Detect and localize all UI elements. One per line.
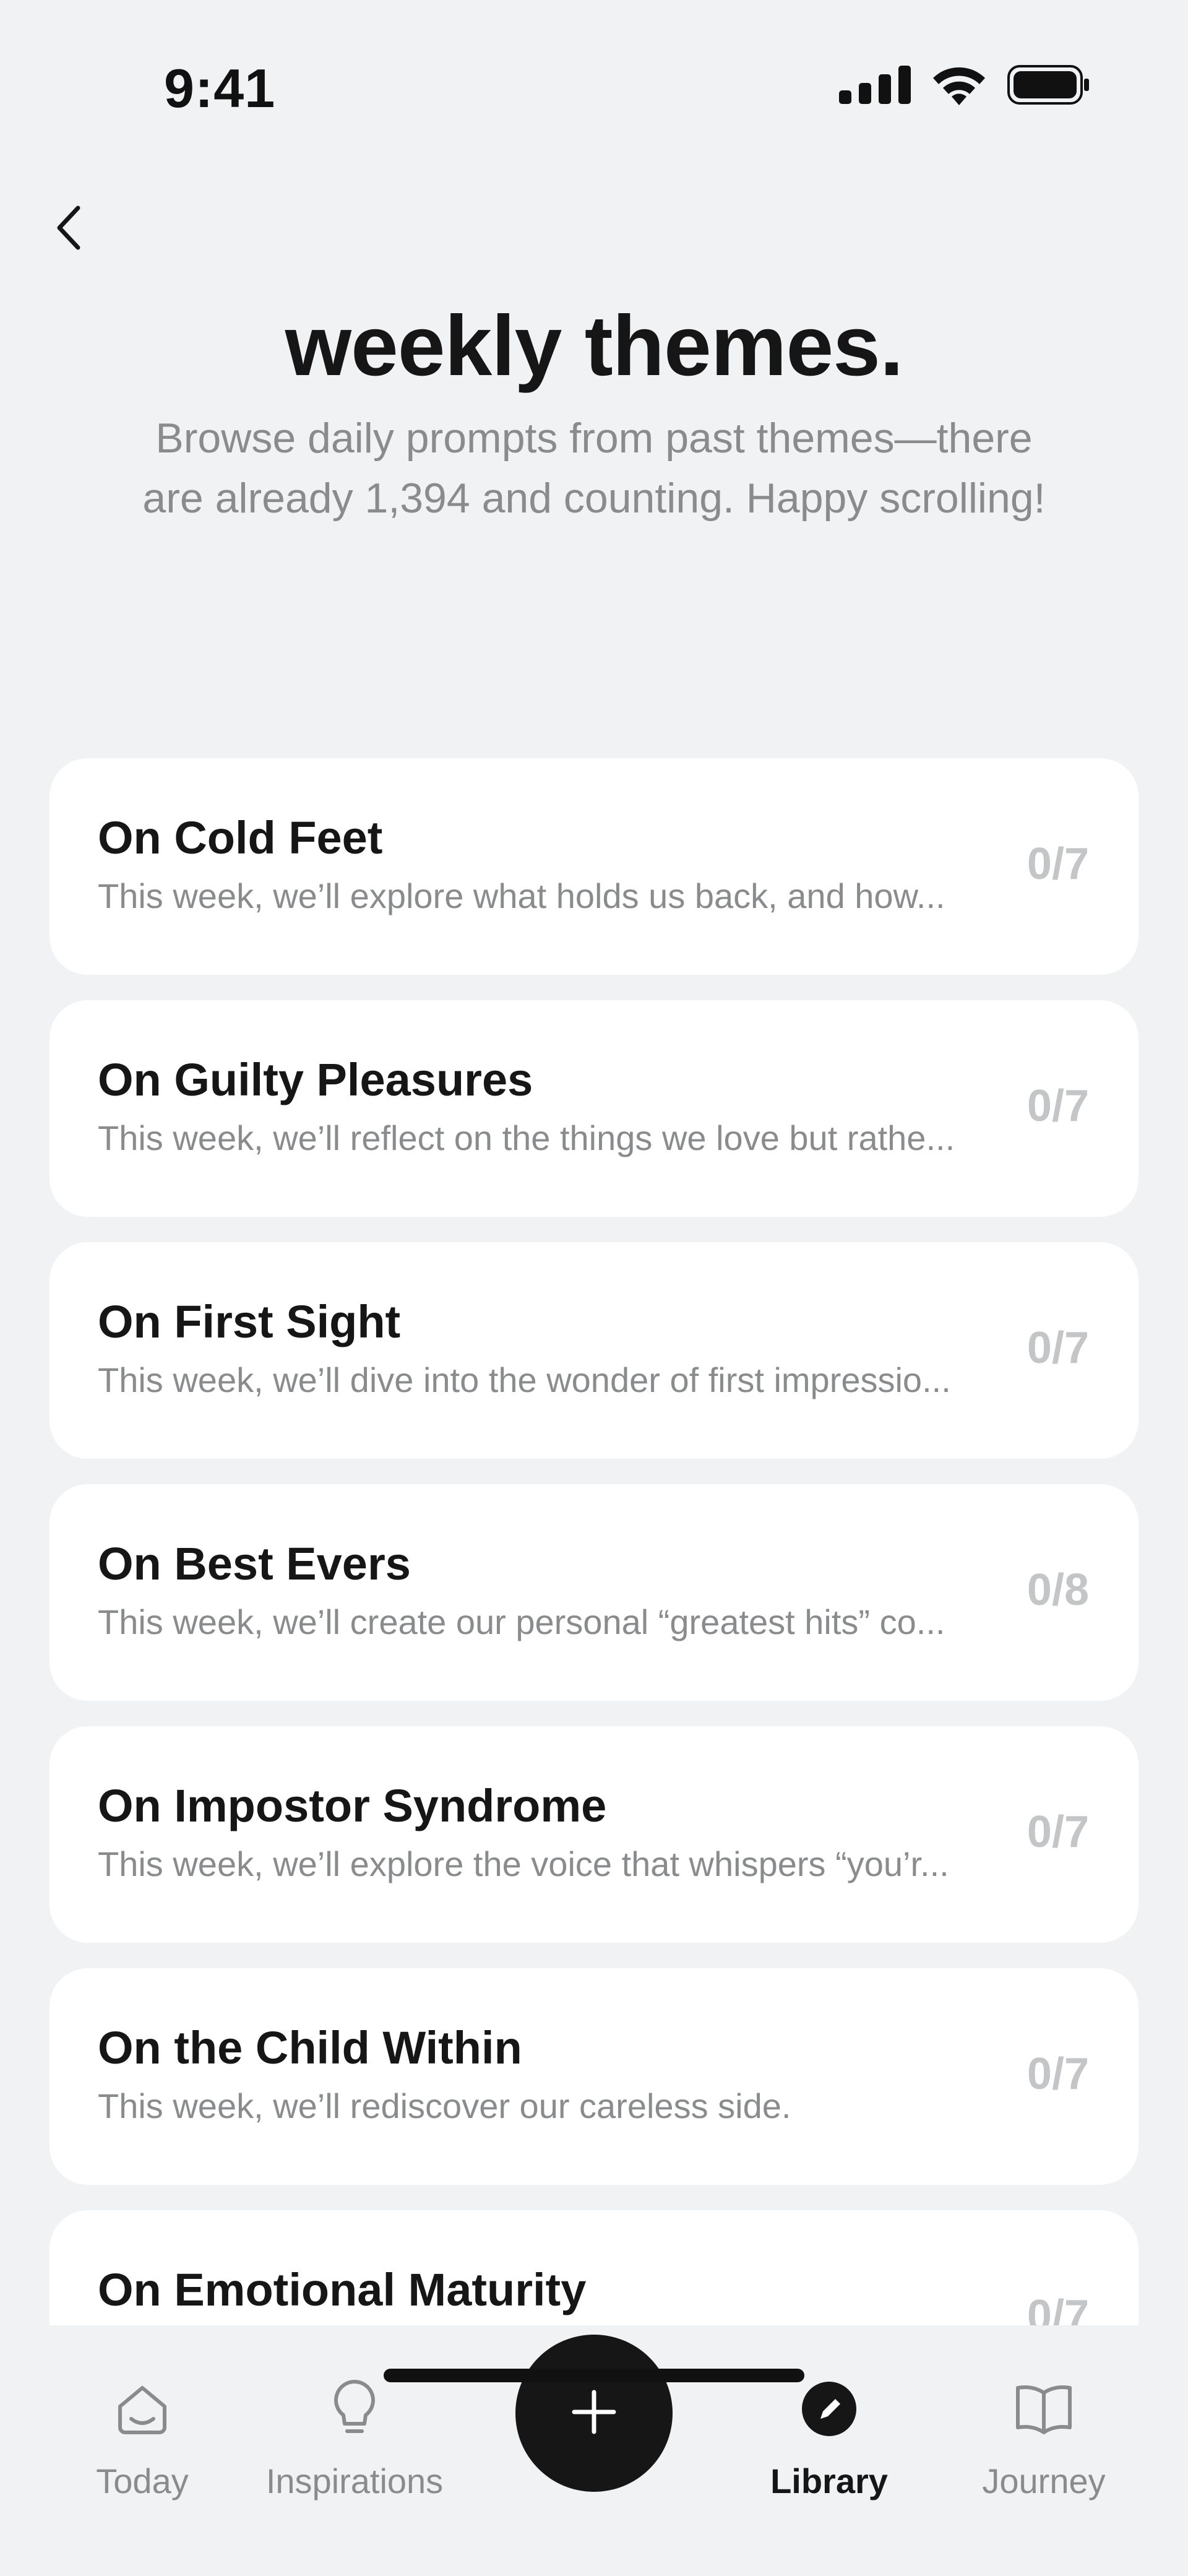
tab-library[interactable]: Library bbox=[730, 2372, 928, 2501]
back-button[interactable] bbox=[43, 198, 93, 260]
page-subtitle: Browse daily prompts from past themes—th… bbox=[142, 415, 1046, 522]
tab-journey[interactable]: Journey bbox=[945, 2372, 1143, 2501]
theme-description: This week, we’ll create our personal “gr… bbox=[98, 1602, 945, 1641]
theme-description: This week, we’ll dive into the wonder of… bbox=[98, 1360, 951, 1399]
wifi-icon bbox=[931, 64, 988, 108]
theme-title: On Cold Feet bbox=[98, 812, 383, 863]
tab-label: Today bbox=[96, 2461, 189, 2500]
theme-card[interactable]: On Impostor Syndrome This week, we’ll ex… bbox=[50, 1726, 1138, 1943]
tab-label: Library bbox=[770, 2461, 888, 2500]
home-indicator bbox=[384, 2369, 804, 2382]
theme-description: This week, we’ll explore the voice that … bbox=[98, 1844, 949, 1883]
theme-card[interactable]: On Guilty Pleasures This week, we’ll ref… bbox=[50, 1000, 1138, 1217]
theme-card[interactable]: On Cold Feet This week, we’ll explore wh… bbox=[50, 758, 1138, 975]
tab-bar: Today Inspirations Library Journey bbox=[0, 2325, 1188, 2576]
page-title: weekly themes. bbox=[285, 298, 904, 394]
tab-label: Journey bbox=[982, 2461, 1106, 2500]
signal-icon bbox=[839, 66, 911, 107]
theme-title: On Impostor Syndrome bbox=[98, 1780, 607, 1831]
pen-circle-icon bbox=[730, 2372, 928, 2446]
book-icon bbox=[945, 2372, 1143, 2446]
theme-progress: 0/7 bbox=[1027, 1807, 1089, 1857]
screen: 9:41 weekly themes. Browse daily prompts… bbox=[0, 0, 1188, 2576]
battery-icon bbox=[1007, 65, 1089, 108]
theme-list: On Cold Feet This week, we’ll explore wh… bbox=[50, 758, 1138, 2452]
theme-title: On Emotional Maturity bbox=[98, 2264, 587, 2315]
chevron-left-icon bbox=[54, 204, 82, 254]
tab-label: Inspirations bbox=[265, 2461, 444, 2500]
add-button[interactable] bbox=[515, 2335, 673, 2492]
theme-title: On Guilty Pleasures bbox=[98, 1054, 533, 1105]
home-icon bbox=[43, 2372, 241, 2446]
theme-progress: 0/7 bbox=[1027, 1323, 1089, 1373]
theme-card[interactable]: On First Sight This week, we’ll dive int… bbox=[50, 1242, 1138, 1459]
plus-icon bbox=[570, 2388, 618, 2439]
theme-title: On the Child Within bbox=[98, 2022, 522, 2073]
theme-title: On First Sight bbox=[98, 1296, 401, 1347]
theme-progress: 0/7 bbox=[1027, 839, 1089, 889]
theme-card[interactable]: On Best Evers This week, we’ll create ou… bbox=[50, 1484, 1138, 1701]
theme-description: This week, we’ll reflect on the things w… bbox=[98, 1118, 955, 1157]
theme-title: On Best Evers bbox=[98, 1538, 411, 1589]
theme-progress: 0/7 bbox=[1027, 1081, 1089, 1131]
tab-inspirations[interactable]: Inspirations bbox=[256, 2372, 454, 2501]
lightbulb-icon bbox=[256, 2372, 454, 2446]
theme-progress: 0/8 bbox=[1027, 1565, 1089, 1615]
theme-description: This week, we’ll rediscover our careless… bbox=[98, 2086, 791, 2125]
tab-today[interactable]: Today bbox=[43, 2372, 241, 2501]
theme-progress: 0/7 bbox=[1027, 2049, 1089, 2099]
theme-description: This week, we’ll explore what holds us b… bbox=[98, 876, 945, 915]
theme-card[interactable]: On the Child Within This week, we’ll red… bbox=[50, 1968, 1138, 2185]
status-icons bbox=[839, 64, 1089, 108]
status-time: 9:41 bbox=[164, 58, 276, 119]
